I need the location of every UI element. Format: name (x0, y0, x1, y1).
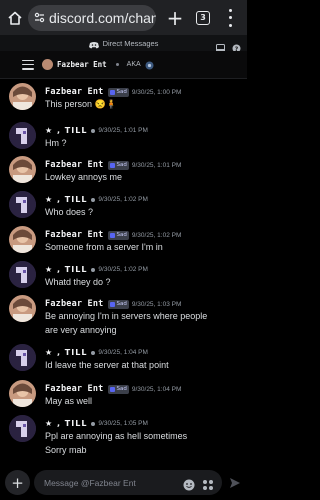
avatar[interactable] (9, 226, 36, 253)
status-badge[interactable]: Sad (107, 230, 129, 240)
header-username[interactable]: Fazbear Ent (57, 60, 107, 69)
url-text[interactable]: discord.com/chann (49, 10, 156, 26)
status-badge[interactable]: Sad (107, 160, 129, 170)
browser-toolbar: discord.com/chann + 3 (0, 0, 247, 35)
message-text: are very annoying (45, 325, 117, 335)
username[interactable]: Fazbear Ent (45, 160, 104, 170)
discord-logo-icon (88, 34, 99, 53)
timestamp: 9/30/25, 1:04 PM (98, 349, 148, 356)
message-text: Be annoying I'm in servers where people (45, 311, 208, 321)
avatar[interactable] (9, 122, 36, 149)
timestamp: 9/30/25, 1:02 PM (131, 231, 182, 239)
site-settings-icon[interactable] (34, 8, 45, 27)
timestamp: 9/30/25, 1:05 PM (98, 420, 148, 427)
clock-icon (91, 421, 96, 426)
send-icon[interactable] (228, 476, 242, 490)
timestamp: 9/30/25, 1:04 PM (131, 385, 182, 393)
avatar[interactable] (9, 191, 36, 218)
clock-icon (91, 267, 96, 272)
message-text: Lowkey annoys me (45, 172, 123, 182)
username[interactable]: Fazbear Ent (45, 87, 104, 97)
message-text: May as well (45, 396, 93, 406)
tab-switcher-button[interactable]: 3 (196, 10, 210, 25)
timestamp: 9/30/25, 1:01 PM (98, 127, 148, 134)
avatar[interactable] (9, 295, 36, 322)
message-text: Hm ? (45, 138, 67, 148)
new-tab-button[interactable]: + (166, 6, 184, 30)
message-composer: + Message @Fazbear Ent (0, 465, 247, 500)
hamburger-menu-icon[interactable] (22, 59, 34, 70)
avatar[interactable] (9, 344, 36, 371)
aka-label[interactable]: AKA (127, 61, 141, 68)
message-input[interactable]: Message @Fazbear Ent (34, 470, 222, 495)
clock-icon (91, 128, 96, 133)
message-text: Id leave the server at that point (45, 360, 169, 370)
clock-icon (91, 350, 96, 355)
username[interactable]: Fazbear Ent (45, 299, 104, 309)
home-icon[interactable] (4, 7, 26, 29)
username[interactable]: ★ , TILL (45, 195, 87, 204)
browser-menu-icon[interactable] (227, 8, 233, 27)
separator-dot (115, 63, 119, 66)
message-text: Who does ? (45, 207, 94, 217)
username[interactable]: ★ , TILL (45, 348, 87, 357)
avatar[interactable] (9, 156, 36, 183)
message-text: Ppl are annoying as hell sometimes (45, 431, 188, 441)
timestamp: 9/30/25, 1:00 PM (131, 88, 182, 96)
timestamp: 9/30/25, 1:01 PM (131, 161, 182, 169)
message-text: This person 😒🧍 (45, 99, 117, 109)
username[interactable]: ★ , TILL (45, 419, 87, 428)
status-badge[interactable]: Sad (107, 87, 129, 97)
status-badge[interactable]: Sad (107, 299, 129, 309)
username[interactable]: ★ , TILL (45, 126, 87, 135)
channel-header: Fazbear Ent AKA (0, 51, 247, 79)
timestamp: 9/30/25, 1:02 PM (98, 196, 148, 203)
emoji-icon[interactable] (183, 476, 195, 495)
username[interactable]: Fazbear Ent (45, 230, 104, 240)
add-attachment-button[interactable]: + (5, 470, 30, 495)
header-avatar[interactable] (42, 59, 53, 70)
mutual-server-icon[interactable] (145, 55, 154, 74)
message-text: Someone from a server I'm in (45, 242, 163, 252)
clock-icon (91, 197, 96, 202)
username[interactable]: Fazbear Ent (45, 384, 104, 394)
address-bar[interactable]: discord.com/chann (28, 4, 156, 31)
message-text: Sorry mab (45, 445, 87, 455)
message-text: Whatd they do ? (45, 277, 111, 287)
apps-icon[interactable] (202, 476, 214, 495)
avatar[interactable] (9, 380, 36, 407)
dm-strip: Direct Messages ? (0, 34, 247, 53)
username[interactable]: ★ , TILL (45, 265, 87, 274)
timestamp: 9/30/25, 1:03 PM (131, 300, 182, 308)
strip-title: Direct Messages (102, 38, 159, 48)
message-list: Fazbear Ent Sad 9/30/25, 1:00 PM This pe… (0, 79, 247, 465)
message-input-placeholder: Message @Fazbear Ent (44, 477, 136, 488)
avatar[interactable] (9, 415, 36, 442)
avatar[interactable] (9, 261, 36, 288)
timestamp: 9/30/25, 1:02 PM (98, 266, 148, 273)
avatar[interactable] (9, 83, 36, 110)
status-badge[interactable]: Sad (107, 384, 129, 394)
